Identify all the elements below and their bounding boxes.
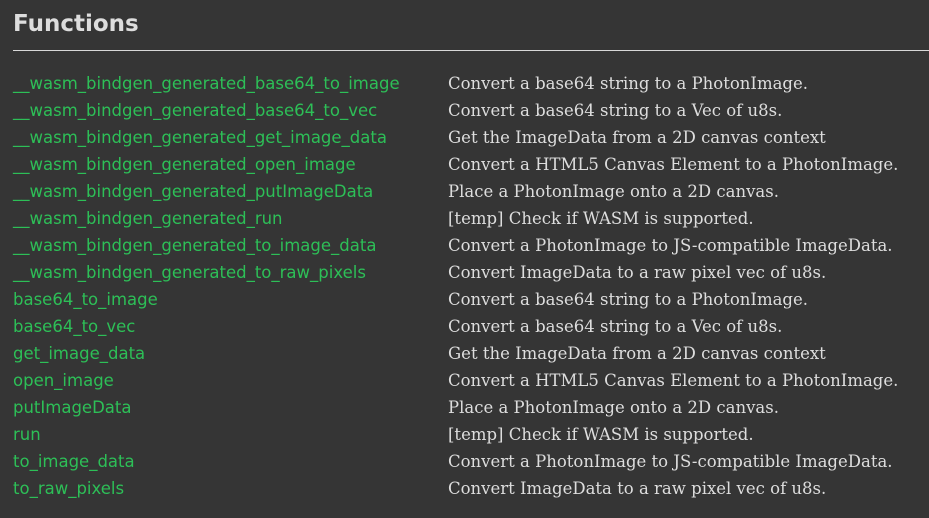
function-row: __wasm_bindgen_generated_base64_to_image… <box>13 70 898 97</box>
function-link[interactable]: run <box>13 421 448 448</box>
function-row: __wasm_bindgen_generated_get_image_data G… <box>13 124 898 151</box>
function-link[interactable]: __wasm_bindgen_generated_base64_to_image <box>13 70 448 97</box>
function-link[interactable]: __wasm_bindgen_generated_run <box>13 205 448 232</box>
function-row: base64_to_vec Convert a base64 string to … <box>13 313 898 340</box>
functions-table-body: __wasm_bindgen_generated_base64_to_image… <box>13 70 898 502</box>
function-link[interactable]: putImageData <box>13 394 448 421</box>
function-link[interactable]: __wasm_bindgen_generated_putImageData <box>13 178 448 205</box>
function-description: Get the ImageData from a 2D canvas conte… <box>448 344 826 363</box>
function-description: Convert a HTML5 Canvas Element to a Phot… <box>448 371 899 390</box>
function-row: __wasm_bindgen_generated_putImageData Pla… <box>13 178 898 205</box>
function-row: __wasm_bindgen_generated_to_image_data Co… <box>13 232 898 259</box>
function-link[interactable]: __wasm_bindgen_generated_get_image_data <box>13 124 448 151</box>
function-description: Convert a base64 string to a Vec of u8s. <box>448 101 783 120</box>
functions-section: Functions <box>13 0 929 51</box>
function-link[interactable]: __wasm_bindgen_generated_to_raw_pixels <box>13 259 448 286</box>
function-description: Convert a base64 string to a PhotonImage… <box>448 74 809 93</box>
function-link[interactable]: __wasm_bindgen_generated_base64_to_vec <box>13 97 448 124</box>
function-description: [temp] Check if WASM is supported. <box>448 425 754 444</box>
function-row: __wasm_bindgen_generated_run [temp] Check… <box>13 205 898 232</box>
function-row: __wasm_bindgen_generated_to_raw_pixels Co… <box>13 259 898 286</box>
function-row: putImageData Place a PhotonImage onto a 2… <box>13 394 898 421</box>
function-description: Convert ImageData to a raw pixel vec of … <box>448 479 827 498</box>
function-description: Place a PhotonImage onto a 2D canvas. <box>448 182 779 201</box>
section-divider <box>13 50 929 51</box>
function-row: to_raw_pixels Convert ImageData to a raw … <box>13 475 898 502</box>
function-row: open_image Convert a HTML5 Canvas Element… <box>13 367 898 394</box>
function-description: Convert a PhotonImage to JS-compatible I… <box>448 452 893 471</box>
function-description: Convert a base64 string to a Vec of u8s. <box>448 317 783 336</box>
functions-table: __wasm_bindgen_generated_base64_to_image… <box>13 70 898 502</box>
function-link[interactable]: base64_to_image <box>13 286 448 313</box>
function-description: Get the ImageData from a 2D canvas conte… <box>448 128 826 147</box>
function-link[interactable]: get_image_data <box>13 340 448 367</box>
function-description: Convert ImageData to a raw pixel vec of … <box>448 263 827 282</box>
function-description: Place a PhotonImage onto a 2D canvas. <box>448 398 779 417</box>
function-description: Convert a HTML5 Canvas Element to a Phot… <box>448 155 899 174</box>
function-row: to_image_data Convert a PhotonImage to JS… <box>13 448 898 475</box>
function-link[interactable]: __wasm_bindgen_generated_open_image <box>13 151 448 178</box>
function-description: Convert a base64 string to a PhotonImage… <box>448 290 809 309</box>
function-row: get_image_data Get the ImageData from a 2… <box>13 340 898 367</box>
function-row: base64_to_image Convert a base64 string t… <box>13 286 898 313</box>
function-row: __wasm_bindgen_generated_base64_to_vec Co… <box>13 97 898 124</box>
function-link[interactable]: base64_to_vec <box>13 313 448 340</box>
function-description: [temp] Check if WASM is supported. <box>448 209 754 228</box>
function-row: run [temp] Check if WASM is supported. <box>13 421 898 448</box>
function-link[interactable]: __wasm_bindgen_generated_to_image_data <box>13 232 448 259</box>
function-row: __wasm_bindgen_generated_open_image Conve… <box>13 151 898 178</box>
function-link[interactable]: open_image <box>13 367 448 394</box>
function-link[interactable]: to_image_data <box>13 448 448 475</box>
function-description: Convert a PhotonImage to JS-compatible I… <box>448 236 893 255</box>
section-title: Functions <box>13 11 139 37</box>
function-link[interactable]: to_raw_pixels <box>13 475 448 502</box>
